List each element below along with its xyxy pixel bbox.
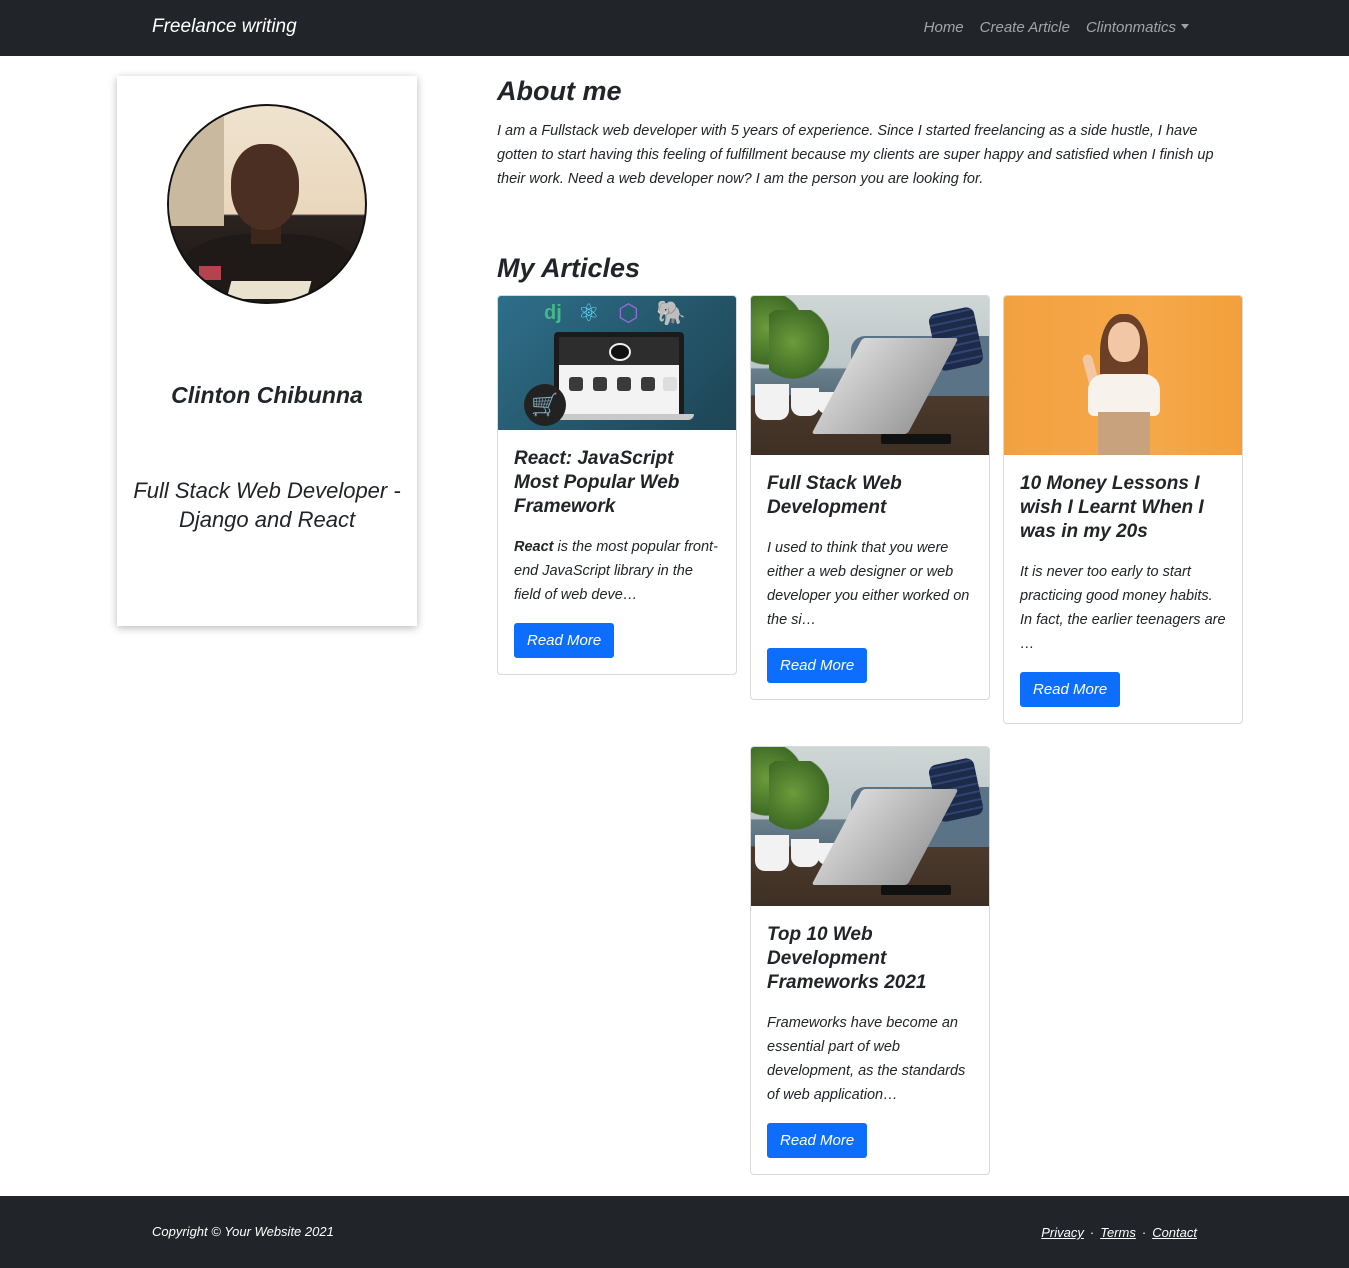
nav-links: Home Create Article Clintonmatics — [924, 19, 1189, 36]
nav-link-create-article[interactable]: Create Article — [980, 19, 1070, 36]
copyright: Copyright © Your Website 2021 — [152, 1224, 334, 1239]
footer-separator: · — [1089, 1225, 1095, 1240]
article-card: Full Stack Web Development I used to thi… — [750, 295, 990, 700]
react-logo-icon: ⚛ — [578, 300, 600, 327]
article-image — [1004, 296, 1242, 455]
profile-role: Full Stack Web Developer - Django and Re… — [133, 478, 401, 532]
shopping-cart-icon: 🛒 — [524, 384, 566, 426]
footer: Copyright © Your Website 2021 Privacy · … — [0, 1196, 1349, 1268]
navbar-brand[interactable]: Freelance writing — [152, 16, 297, 38]
article-excerpt: Frameworks have become an essential part… — [767, 1015, 966, 1103]
article-card: 10 Money Lessons I wish I Learnt When I … — [1003, 295, 1243, 724]
article-title: Top 10 Web Development Frameworks 2021 — [767, 924, 927, 993]
nav-link-home[interactable]: Home — [924, 19, 964, 36]
postgresql-logo-icon: 🐘 — [656, 300, 686, 327]
article-title: Full Stack Web Development — [767, 473, 902, 518]
article-image: dj ⚛ ⬡ 🐘 🛒 — [498, 296, 736, 430]
article-excerpt: It is never too early to start practicin… — [1020, 564, 1226, 652]
footer-separator: · — [1141, 1225, 1147, 1240]
article-excerpt: I used to think that you were either a w… — [767, 540, 970, 628]
read-more-button[interactable]: Read More — [767, 1123, 868, 1158]
profile-name: Clinton Chibunna — [171, 382, 363, 408]
navbar: Freelance writing Home Create Article Cl… — [0, 0, 1349, 56]
user-menu-label: Clintonmatics — [1085, 19, 1176, 36]
footer-link-terms[interactable]: Terms — [1100, 1225, 1136, 1240]
read-more-button[interactable]: Read More — [514, 623, 615, 658]
about-title: About me — [497, 76, 622, 106]
dropdown-caret-icon — [1181, 24, 1189, 29]
article-card: dj ⚛ ⬡ 🐘 🛒 React: JavaScript Most Popula… — [497, 295, 737, 675]
read-more-button[interactable]: Read More — [767, 648, 868, 683]
article-image — [751, 296, 989, 455]
article-excerpt: React is the most popular front-end Java… — [514, 535, 720, 607]
avatar — [167, 104, 367, 304]
footer-link-contact[interactable]: Contact — [1152, 1225, 1197, 1240]
article-title: 10 Money Lessons I wish I Learnt When I … — [1020, 473, 1204, 542]
django-logo-icon: dj — [544, 302, 562, 324]
article-excerpt-bold: React — [514, 539, 554, 555]
about-text: I am a Fullstack web developer with 5 ye… — [497, 123, 1214, 187]
read-more-button[interactable]: Read More — [1020, 672, 1121, 707]
article-title: React: JavaScript Most Popular Web Frame… — [514, 448, 680, 517]
articles-title: My Articles — [497, 253, 641, 283]
article-image — [751, 747, 989, 906]
article-card: Top 10 Web Development Frameworks 2021 F… — [750, 746, 990, 1175]
footer-links: Privacy · Terms · Contact — [1041, 1225, 1197, 1240]
user-menu-dropdown[interactable]: Clintonmatics — [1086, 19, 1189, 36]
profile-card: Clinton Chibunna Full Stack Web Develope… — [117, 76, 417, 626]
graphql-logo-icon: ⬡ — [618, 300, 639, 327]
footer-link-privacy[interactable]: Privacy — [1041, 1225, 1084, 1240]
